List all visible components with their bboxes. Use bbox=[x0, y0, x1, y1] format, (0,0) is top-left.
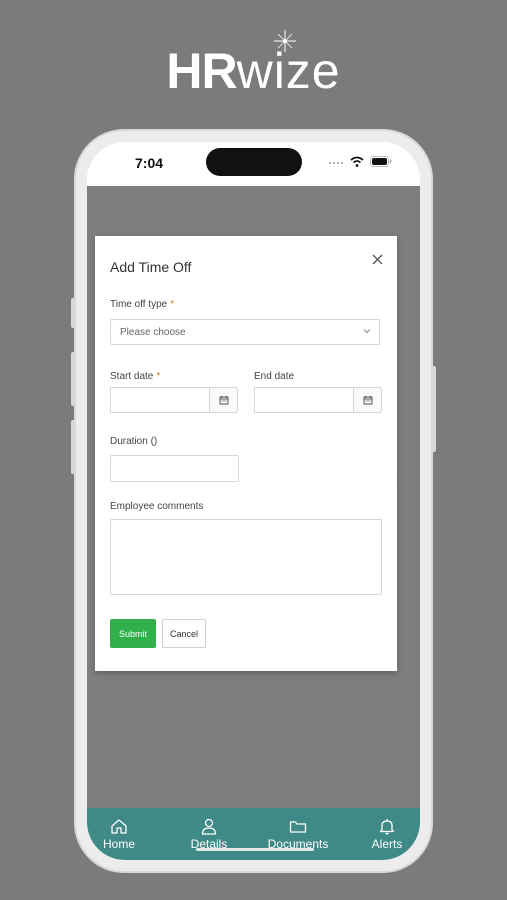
signal-icon bbox=[329, 161, 343, 164]
end-date-picker-button[interactable] bbox=[354, 387, 382, 413]
start-date-group bbox=[110, 387, 238, 413]
home-indicator bbox=[196, 848, 314, 851]
time-off-type-label: Time off type * bbox=[110, 299, 175, 310]
cancel-button[interactable]: Cancel bbox=[162, 619, 206, 648]
required-mark: * bbox=[170, 299, 175, 310]
dialog-title: Add Time Off bbox=[110, 259, 192, 275]
status-time: 7:04 bbox=[135, 155, 164, 171]
tab-home[interactable]: Home bbox=[87, 818, 159, 851]
end-date-group bbox=[254, 387, 382, 413]
calendar-icon bbox=[363, 396, 372, 405]
phone-screen: 7:04 ^ Add Time Off bbox=[87, 142, 420, 860]
comments-textarea[interactable] bbox=[110, 519, 382, 595]
end-date-input[interactable] bbox=[254, 387, 354, 413]
start-date-input[interactable] bbox=[110, 387, 210, 413]
duration-input[interactable] bbox=[110, 455, 239, 482]
calendar-icon bbox=[219, 396, 228, 405]
folder-icon bbox=[289, 821, 307, 833]
required-mark: * bbox=[156, 371, 161, 382]
comments-label: Employee comments bbox=[110, 501, 204, 512]
start-date-label: Start date * bbox=[110, 371, 161, 382]
end-date-label: End date bbox=[254, 371, 295, 382]
tab-alerts[interactable]: Alerts bbox=[347, 818, 420, 851]
sparkle-icon bbox=[274, 30, 296, 52]
submit-button[interactable]: Submit bbox=[110, 619, 156, 648]
add-time-off-dialog: Add Time Off Time off type * Please choos… bbox=[95, 236, 397, 671]
bell-icon bbox=[379, 819, 395, 835]
select-placeholder: Please choose bbox=[120, 326, 186, 338]
side-button bbox=[71, 298, 76, 328]
modal-backdrop[interactable]: ^ Add Time Off Time off type* Please cho… bbox=[87, 186, 420, 808]
tab-details[interactable]: Details bbox=[169, 818, 249, 851]
battery-icon bbox=[370, 156, 392, 167]
tab-label: Alerts bbox=[371, 837, 403, 851]
bottom-tab-bar: Home Details Documents Alerts bbox=[87, 808, 420, 860]
duration-label: Duration () bbox=[110, 436, 158, 447]
status-bar: 7:04 bbox=[87, 142, 420, 186]
person-icon bbox=[201, 818, 217, 835]
time-off-type-select[interactable]: Please choose bbox=[110, 319, 380, 345]
tab-label: Home bbox=[102, 837, 135, 851]
chevron-down-icon bbox=[363, 329, 371, 334]
wifi-icon bbox=[350, 156, 364, 167]
side-button bbox=[71, 420, 76, 474]
status-icons bbox=[328, 156, 392, 167]
app-logo: HRwize bbox=[166, 43, 341, 99]
side-button bbox=[431, 366, 436, 452]
dynamic-island bbox=[206, 148, 302, 176]
side-button bbox=[71, 352, 76, 406]
close-icon[interactable] bbox=[372, 254, 383, 265]
start-date-picker-button[interactable] bbox=[210, 387, 238, 413]
home-icon bbox=[111, 819, 127, 834]
tab-documents[interactable]: Documents bbox=[258, 818, 338, 851]
